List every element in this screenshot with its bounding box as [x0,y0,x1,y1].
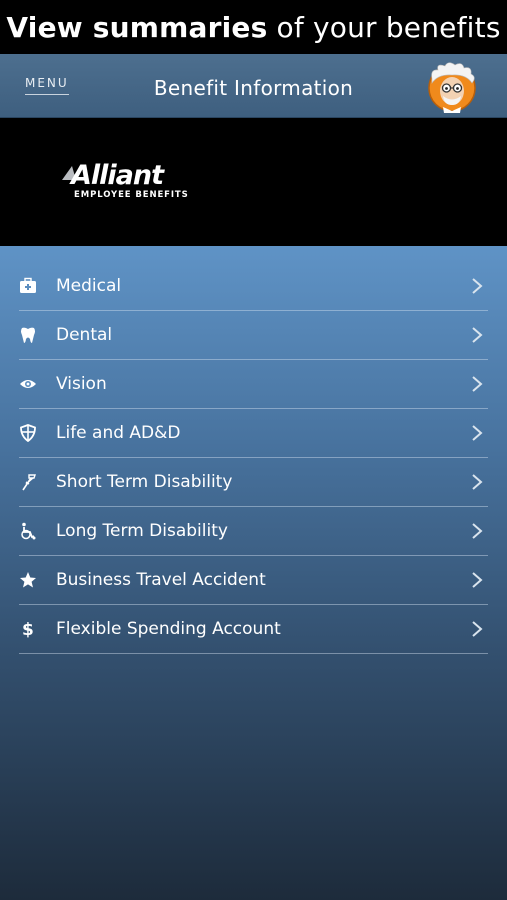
tooth-icon [19,326,37,344]
benefits-list: Medical Dental Vision Life and AD&D Shor… [19,262,488,654]
wheelchair-icon [19,522,37,540]
list-item-business-travel[interactable]: Business Travel Accident [19,556,488,605]
shield-icon [19,424,37,442]
list-item-dental[interactable]: Dental [19,311,488,360]
chevron-right-icon [471,621,483,637]
chevron-right-icon [471,425,483,441]
crutch-icon [19,473,37,491]
promo-banner-rest: of your benefits [276,10,501,44]
list-item-label: Life and AD&D [56,423,181,443]
list-item-label: Flexible Spending Account [56,619,281,639]
list-item-label: Business Travel Accident [56,570,266,590]
svg-text:$: $ [22,620,34,638]
list-item-label: Dental [56,325,113,345]
svg-text:EMPLOYEE BENEFITS: EMPLOYEE BENEFITS [74,190,189,200]
medical-kit-icon [19,277,37,295]
navbar: MENU Benefit Information [0,54,507,118]
chevron-right-icon [471,474,483,490]
star-icon [19,571,37,589]
list-item-flexible-spending[interactable]: $ Flexible Spending Account [19,605,488,654]
list-item-label: Long Term Disability [56,521,228,541]
list-item-vision[interactable]: Vision [19,360,488,409]
chevron-right-icon [471,572,483,588]
professor-avatar-icon[interactable] [426,61,478,113]
chevron-right-icon [471,376,483,392]
promo-banner: View summaries of your benefits [0,0,507,54]
chevron-right-icon [471,327,483,343]
dollar-icon: $ [19,620,37,638]
list-item-life[interactable]: Life and AD&D [19,409,488,458]
svg-text:Alliant: Alliant [69,160,165,191]
chevron-right-icon [471,278,483,294]
logo-area: Alliant EMPLOYEE BENEFITS [0,118,507,246]
list-item-long-term-disability[interactable]: Long Term Disability [19,507,488,556]
promo-banner-bold: View summaries [6,10,268,44]
list-item-short-term-disability[interactable]: Short Term Disability [19,458,488,507]
eye-icon [19,375,37,393]
chevron-right-icon [471,523,483,539]
list-item-label: Medical [56,276,122,296]
list-item-medical[interactable]: Medical [19,262,488,311]
content-area: Medical Dental Vision Life and AD&D Shor… [0,246,507,900]
alliant-logo: Alliant EMPLOYEE BENEFITS [60,158,192,204]
list-item-label: Vision [56,374,107,394]
list-item-label: Short Term Disability [56,472,233,492]
